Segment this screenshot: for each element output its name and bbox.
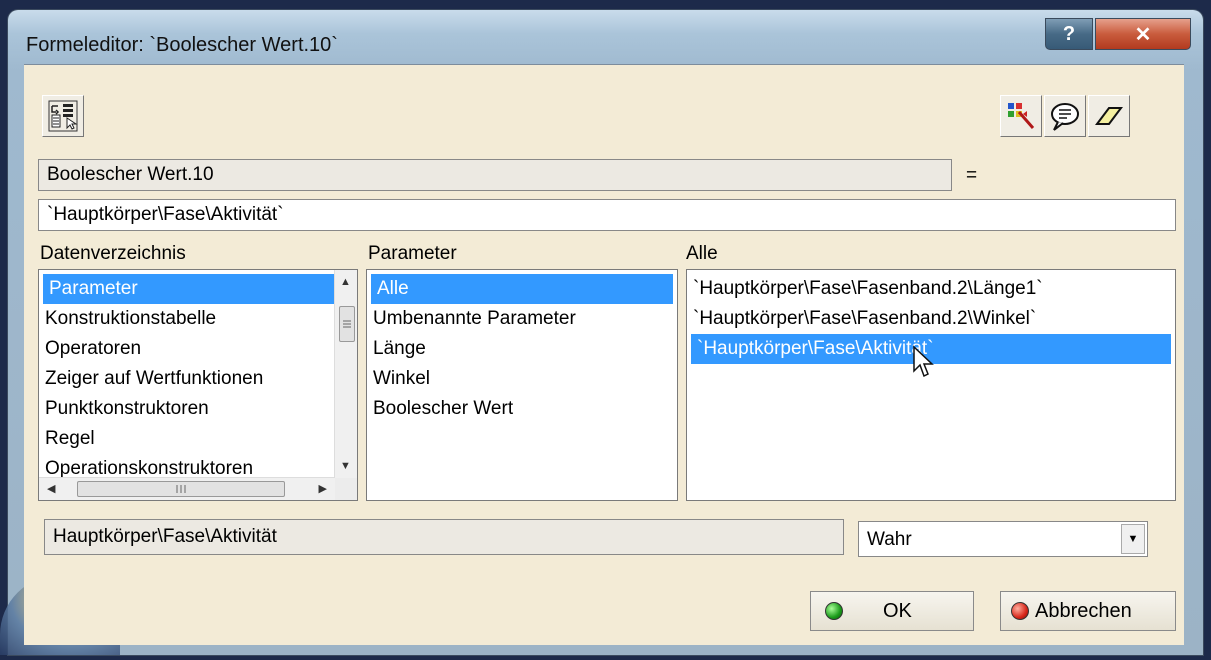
list-item-winkel[interactable]: Winkel <box>367 364 677 394</box>
list-item-parameter[interactable]: Parameter <box>43 274 335 304</box>
list-item-operatoren[interactable]: Operatoren <box>39 334 335 364</box>
list-item-laenge[interactable]: Länge <box>367 334 677 364</box>
comment-button[interactable] <box>1044 95 1086 137</box>
selected-path-field: Hauptkörper\Fase\Aktivität <box>44 519 844 555</box>
window-title: Formeleditor: `Boolescher Wert.10` <box>26 34 338 56</box>
alle-header: Alle <box>686 243 718 264</box>
select-icon <box>1008 103 1035 129</box>
alle-list[interactable]: `Hauptkörper\Fase\Fasenband.2\Länge1` `H… <box>686 269 1176 501</box>
value-dropdown-selected: Wahr <box>867 529 912 550</box>
scroll-left-icon[interactable]: ◀ <box>47 482 55 495</box>
cancel-button-label: Abbrechen <box>1035 599 1132 622</box>
grip-icon <box>176 485 186 493</box>
list-item-alle[interactable]: Alle <box>371 274 673 304</box>
dialog-client-area: Boolescher Wert.10 = `Hauptkörper\Fase\A… <box>24 64 1184 645</box>
green-led-icon <box>825 602 843 620</box>
ok-button-label: OK <box>883 599 912 622</box>
scroll-down-icon[interactable]: ▼ <box>340 460 351 472</box>
vertical-scrollbar[interactable]: ▲ ▼ <box>334 270 357 478</box>
horizontal-scrollbar[interactable]: ◀ ▶ <box>39 477 335 500</box>
formula-tree-icon <box>48 100 78 132</box>
mouse-cursor-icon <box>913 345 934 378</box>
parameter-name-field: Boolescher Wert.10 <box>38 159 952 191</box>
scroll-right-icon[interactable]: ▶ <box>319 482 327 495</box>
list-item-konstruktionstabelle[interactable]: Konstruktionstabelle <box>39 304 335 334</box>
select-object-button[interactable] <box>1000 95 1042 137</box>
scroll-corner <box>335 478 357 500</box>
list-item-punktkonstruktoren[interactable]: Punktkonstruktoren <box>39 394 335 424</box>
list-item-laenge1[interactable]: `Hauptkörper\Fase\Fasenband.2\Länge1` <box>687 274 1175 304</box>
value-dropdown[interactable]: Wahr ▼ <box>858 521 1148 557</box>
parameter-header: Parameter <box>368 243 457 264</box>
formula-tree-button[interactable] <box>42 95 84 137</box>
scroll-thumb-vertical[interactable] <box>339 306 355 342</box>
formula-input[interactable]: `Hauptkörper\Fase\Aktivität` <box>38 199 1176 231</box>
chevron-down-icon[interactable]: ▼ <box>1121 524 1145 554</box>
grip-icon <box>343 320 351 328</box>
comment-icon <box>1051 103 1079 131</box>
eraser-icon <box>1095 107 1123 125</box>
datenverzeichnis-list[interactable]: Parameter Konstruktionstabelle Operatore… <box>38 269 358 501</box>
ok-button[interactable]: OK <box>810 591 974 631</box>
list-item-regel[interactable]: Regel <box>39 424 335 454</box>
list-item-umbenannte-parameter[interactable]: Umbenannte Parameter <box>367 304 677 334</box>
equals-sign: = <box>966 165 978 186</box>
cancel-button[interactable]: Abbrechen <box>1000 591 1176 631</box>
scroll-thumb-horizontal[interactable] <box>77 481 285 497</box>
scroll-up-icon[interactable]: ▲ <box>340 276 351 288</box>
list-item-winkel-param[interactable]: `Hauptkörper\Fase\Fasenband.2\Winkel` <box>687 304 1175 334</box>
datenverzeichnis-header: Datenverzeichnis <box>40 243 186 264</box>
close-button[interactable]: ✕ <box>1095 18 1191 50</box>
red-led-icon <box>1011 602 1029 620</box>
list-item-boolescher-wert[interactable]: Boolescher Wert <box>367 394 677 424</box>
parameter-list[interactable]: Alle Umbenannte Parameter Länge Winkel B… <box>366 269 678 501</box>
help-button[interactable]: ? <box>1045 18 1093 50</box>
eraser-button[interactable] <box>1088 95 1130 137</box>
list-item-zeiger[interactable]: Zeiger auf Wertfunktionen <box>39 364 335 394</box>
